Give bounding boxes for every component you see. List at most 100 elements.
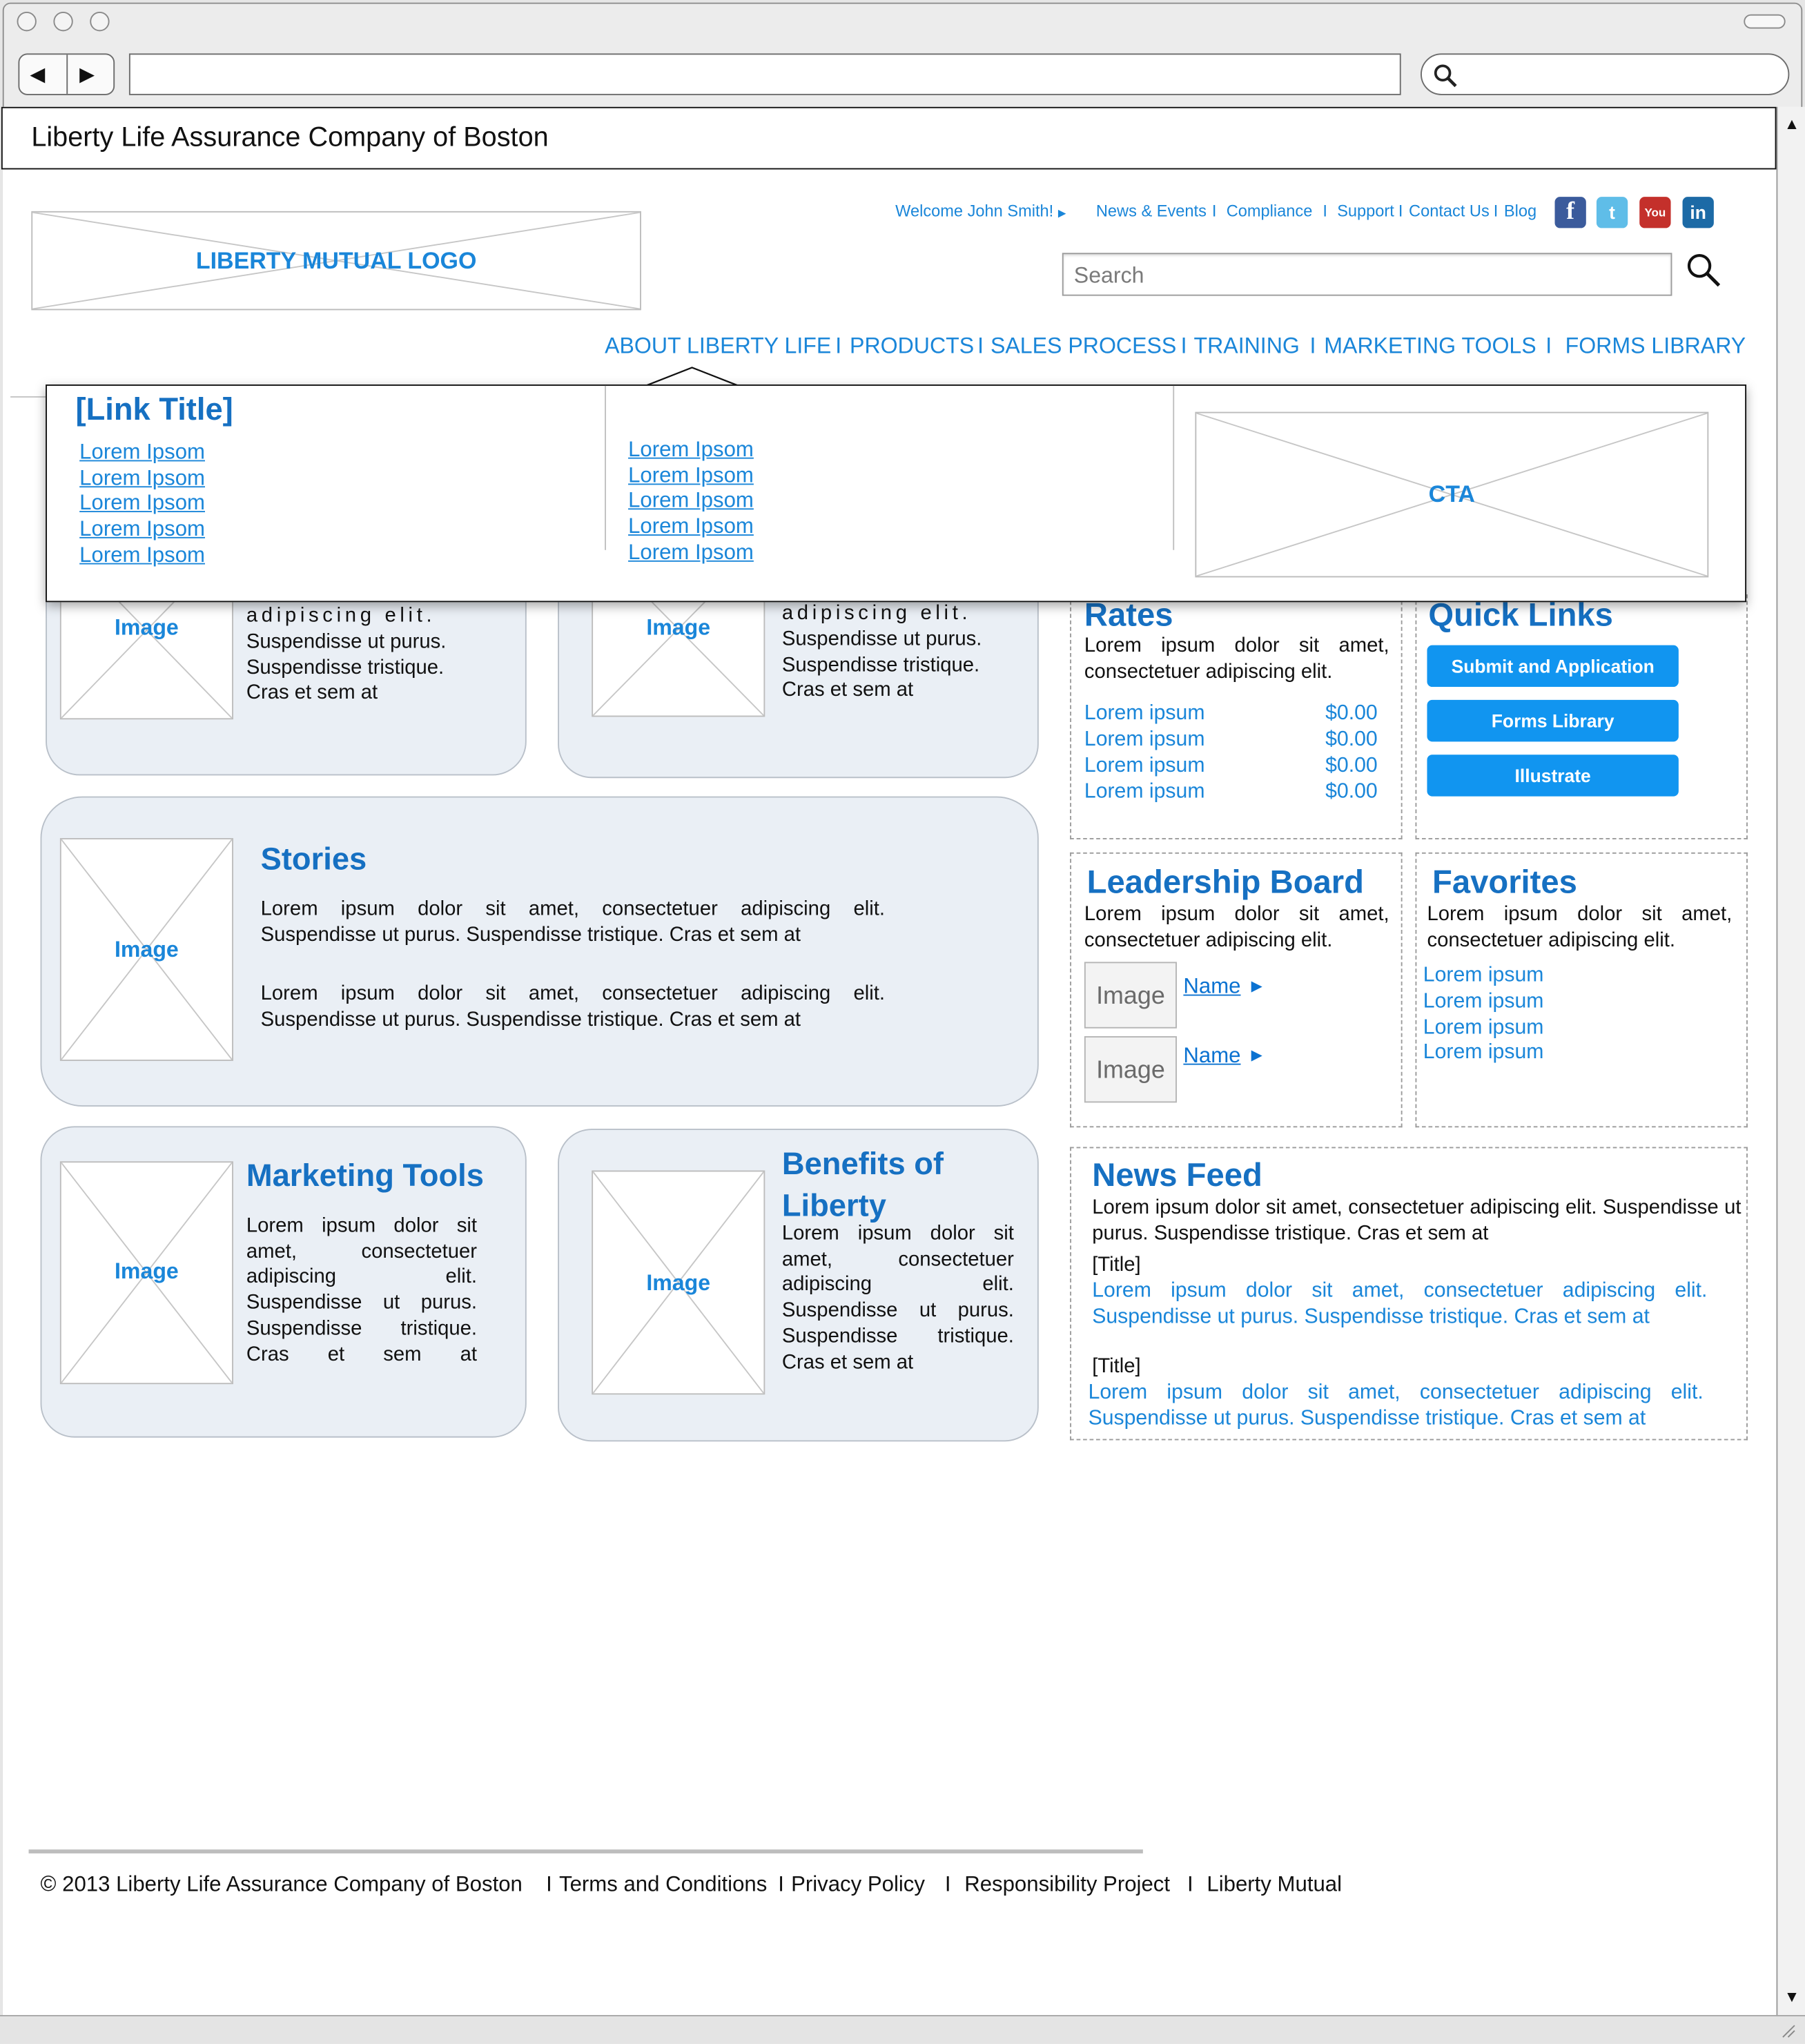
leader-name-link[interactable]: Name (1183, 1044, 1240, 1069)
link-support[interactable]: Support (1337, 202, 1394, 220)
nav-products[interactable]: PRODUCTS (850, 333, 974, 360)
window-zoom-button[interactable] (90, 11, 110, 32)
mega-menu-dropdown: [Link Title] Lorem Ipsom Lorem Ipsom Lor… (46, 384, 1747, 603)
caret-right-icon: ▶ (1251, 978, 1262, 995)
mega-menu-link[interactable]: Lorem Ipsom (79, 465, 205, 491)
browser-search-field[interactable] (1421, 53, 1790, 95)
footer-link-responsibility[interactable]: Responsibility Project (964, 1873, 1170, 1898)
rates-row[interactable]: Lorem ipsum $0.00 (1084, 728, 1378, 754)
link-contact-us[interactable]: Contact Us (1409, 202, 1490, 220)
mega-menu-link[interactable]: Lorem Ipsom (79, 516, 205, 543)
footer-link-liberty-mutual[interactable]: Liberty Mutual (1207, 1873, 1342, 1898)
image-label: Image (115, 1258, 179, 1284)
image-label: Image (115, 937, 179, 962)
mega-menu-link[interactable]: Lorem Ipsom (79, 542, 205, 568)
scroll-down-arrow[interactable]: ▼ (1784, 1987, 1799, 2005)
divider (1173, 385, 1175, 550)
youtube-icon[interactable]: You (1639, 197, 1671, 228)
separator: I (1211, 202, 1217, 221)
rate-value: $0.00 (1325, 728, 1378, 751)
mega-menu-link[interactable]: Lorem Ipsom (628, 437, 754, 463)
nav-marketing-tools[interactable]: MARKETING TOOLS (1324, 333, 1536, 360)
cta-placeholder[interactable]: CTA (1195, 411, 1709, 578)
cta-label: CTA (1428, 480, 1476, 507)
logo-placeholder[interactable]: LIBERTY MUTUAL LOGO (31, 211, 641, 311)
benefits-text: Lorem ipsum dolor sit amet, consectetuer… (781, 1223, 1014, 1374)
rate-label[interactable]: Lorem ipsum (1084, 728, 1205, 754)
news-feed-intro: Lorem ipsum dolor sit amet, consectetuer… (1092, 1196, 1741, 1245)
card-text-line: Cras et sem at (246, 681, 378, 704)
nav-forms-library[interactable]: FORMS LIBRARY (1565, 333, 1746, 360)
rates-row[interactable]: Lorem ipsum $0.00 (1084, 701, 1378, 728)
history-nav: ◀ ▶ (18, 53, 115, 95)
image-placeholder: Image (59, 838, 233, 1061)
illustrate-button[interactable]: Illustrate (1427, 755, 1679, 797)
favorite-link[interactable]: Lorem ipsum (1423, 1015, 1544, 1042)
leader-name-link[interactable]: Name (1183, 975, 1240, 1000)
status-bar (0, 2015, 1805, 2044)
mega-menu-link[interactable]: Lorem Ipsom (79, 439, 205, 465)
window-close-button[interactable] (17, 11, 37, 32)
separator: I (977, 333, 984, 359)
address-bar[interactable] (128, 53, 1401, 95)
page-title: Liberty Life Assurance Company of Boston (1, 106, 1777, 170)
separator: I (1323, 202, 1328, 221)
card-text-line: Suspendisse tristique. (781, 654, 980, 677)
leader-photo-placeholder: Image (1084, 962, 1177, 1029)
mega-menu-link[interactable]: Lorem Ipsom (628, 463, 754, 489)
mega-menu-link[interactable]: Lorem Ipsom (628, 540, 754, 566)
rate-label[interactable]: Lorem ipsum (1084, 753, 1205, 779)
mega-menu-link[interactable]: Lorem Ipsom (79, 490, 205, 516)
rate-label[interactable]: Lorem ipsum (1084, 779, 1205, 806)
linkedin-icon[interactable]: in (1682, 197, 1714, 228)
vertical-scrollbar[interactable]: ▲ ▼ (1776, 106, 1805, 2016)
separator: I (1309, 333, 1316, 359)
separator: I (1493, 202, 1499, 221)
nav-training[interactable]: TRAINING (1193, 333, 1299, 360)
stories-paragraph: Lorem ipsum dolor sit amet, consectetuer… (260, 897, 886, 946)
link-blog[interactable]: Blog (1504, 202, 1536, 220)
mega-menu-link[interactable]: Lorem Ipsom (628, 514, 754, 540)
rates-row[interactable]: Lorem ipsum $0.00 (1084, 753, 1378, 779)
back-button[interactable]: ◀ (30, 63, 45, 86)
news-item-link[interactable]: Lorem ipsum dolor sit amet, consectetuer… (1092, 1278, 1707, 1331)
footer-link-privacy[interactable]: Privacy Policy (791, 1873, 925, 1898)
link-compliance[interactable]: Compliance (1227, 202, 1313, 220)
card-text-line: Suspendisse tristique. (246, 656, 445, 679)
favorite-link[interactable]: Lorem ipsum (1423, 1040, 1544, 1067)
welcome-link[interactable]: Welcome John Smith! ▶ (895, 202, 1066, 220)
mega-menu-link[interactable]: Lorem Ipsom (628, 487, 754, 514)
link-news-events[interactable]: News & Events (1096, 202, 1207, 220)
forms-library-button[interactable]: Forms Library (1427, 699, 1679, 742)
footer-link-terms[interactable]: Terms and Conditions (559, 1873, 767, 1898)
stories-title: Stories (260, 841, 367, 877)
toolbar-toggle-button[interactable] (1744, 14, 1786, 29)
rate-label[interactable]: Lorem ipsum (1084, 701, 1205, 728)
leadership-board-widget: Leadership Board Lorem ipsum dolor sit a… (1070, 852, 1403, 1128)
submit-application-button[interactable]: Submit and Application (1427, 645, 1679, 688)
rate-value: $0.00 (1325, 780, 1378, 804)
window-minimize-button[interactable] (53, 11, 73, 32)
forward-button[interactable]: ▶ (79, 63, 95, 86)
resize-grip-icon[interactable] (1780, 2023, 1796, 2038)
search-icon[interactable] (1685, 251, 1721, 288)
twitter-icon[interactable]: t (1596, 197, 1628, 228)
card-stories: Image Stories Lorem ipsum dolor sit amet… (40, 796, 1039, 1107)
news-item-link[interactable]: Lorem ipsum dolor sit amet, consectetuer… (1089, 1380, 1704, 1432)
rates-row[interactable]: Lorem ipsum $0.00 (1084, 779, 1378, 806)
facebook-icon[interactable]: f (1554, 197, 1586, 228)
nav-about-liberty-life[interactable]: ABOUT LIBERTY LIFE (605, 333, 831, 360)
favorite-link[interactable]: Lorem ipsum (1423, 989, 1544, 1015)
favorite-link[interactable]: Lorem ipsum (1423, 963, 1544, 989)
mega-menu-title: [Link Title] (75, 392, 233, 428)
site-search-input[interactable]: Search (1062, 253, 1672, 296)
leadership-text: Lorem ipsum dolor sit amet, consectetuer… (1084, 903, 1389, 952)
scroll-up-arrow[interactable]: ▲ (1784, 115, 1799, 133)
card-text-line: adipiscing elit. (246, 605, 436, 627)
separator: I (1398, 202, 1403, 221)
separator: I (944, 1873, 951, 1897)
nav-sales-process[interactable]: SALES PROCESS (991, 333, 1176, 360)
card-benefits: Image Benefits of Liberty Lorem ipsum do… (558, 1129, 1039, 1442)
logo-label: LIBERTY MUTUAL LOGO (195, 247, 477, 274)
card-text-line: Cras et sem at (781, 679, 914, 701)
